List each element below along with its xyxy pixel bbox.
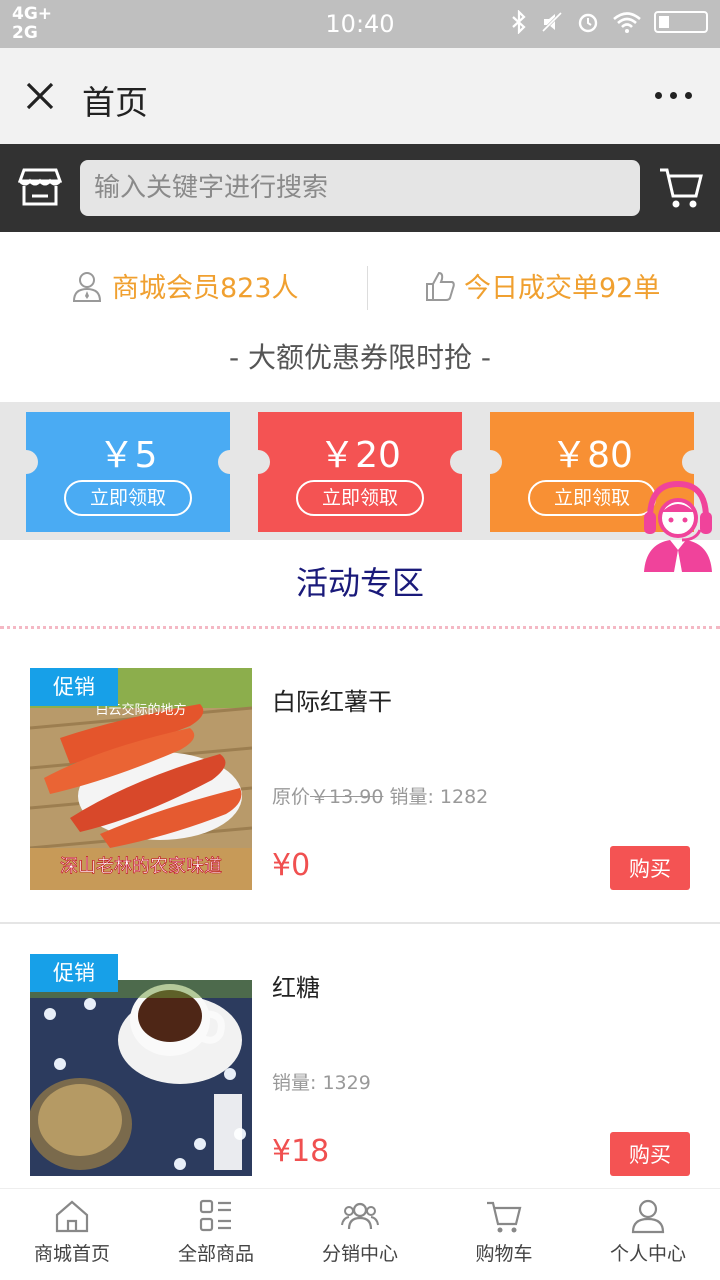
status-bar: 4G+ 2G 10:40	[0, 0, 720, 48]
close-icon[interactable]	[22, 78, 58, 114]
sales-count: 销量: 1282	[389, 786, 489, 808]
cart-icon[interactable]	[658, 164, 704, 210]
claim-button[interactable]: 立即领取	[296, 480, 424, 516]
product-item[interactable]: 白云交际的地方 深山老林的农家味道 促销 白际红薯干 原价￥13.90 销量: …	[0, 640, 720, 924]
product-meta: 销量: 1329	[272, 1068, 371, 1095]
original-price: ￥13.90	[310, 786, 384, 808]
coupon-notch	[218, 450, 242, 474]
coupon-notch	[478, 450, 502, 474]
search-input[interactable]	[80, 160, 640, 216]
coupon-notch	[246, 450, 270, 474]
buy-button[interactable]: 购买	[610, 1132, 690, 1176]
coupon-amount: ￥80	[551, 435, 633, 476]
activity-title: 活动专区	[295, 564, 424, 602]
nav-home[interactable]: 商城首页	[0, 1189, 144, 1280]
bottom-nav: 商城首页 全部商品 分销中心 购物车 个人中心	[0, 1188, 720, 1280]
orders-today: 今日成交单92单	[424, 266, 660, 305]
product-meta: 原价￥13.90 销量: 1282	[272, 786, 489, 808]
claim-button[interactable]: 立即领取	[528, 480, 656, 516]
more-icon[interactable]	[655, 92, 692, 99]
nav-label: 个人中心	[609, 1243, 686, 1265]
product-price: ¥0	[272, 848, 311, 883]
battery-icon	[654, 11, 708, 33]
dotted-divider	[0, 626, 720, 629]
coupon-amount: ￥5	[98, 435, 158, 476]
product-name[interactable]: 红糖	[272, 968, 320, 1003]
nav-distribution[interactable]: 分销中心	[288, 1189, 432, 1280]
stats-row: 商城会员823人 今日成交单92单	[0, 244, 720, 328]
grid-list-icon	[199, 1199, 231, 1232]
store-icon[interactable]	[18, 166, 62, 208]
nav-label: 分销中心	[321, 1243, 398, 1265]
status-icons	[510, 10, 708, 34]
users-icon	[341, 1202, 379, 1230]
nav-label: 商城首页	[33, 1243, 110, 1265]
coupon-notch	[450, 450, 474, 474]
search-bar	[0, 144, 720, 232]
coupon-heading: - 大额优惠券限时抢 -	[228, 341, 491, 374]
promo-badge: 促销	[30, 954, 118, 992]
sales-count: 销量: 1329	[272, 1072, 371, 1094]
coupon-card[interactable]: ￥20 立即领取	[258, 412, 462, 532]
product-image[interactable]: 促销	[30, 954, 252, 1176]
home-icon	[55, 1200, 89, 1233]
nav-all-products[interactable]: 全部商品	[144, 1189, 288, 1280]
promo-badge: 促销	[30, 668, 118, 706]
person-icon	[631, 1199, 665, 1234]
bluetooth-icon	[512, 10, 526, 34]
stats-divider	[367, 266, 368, 310]
coupon-notch	[14, 450, 38, 474]
product-item[interactable]: 促销 红糖 销量: 1329 ¥18 购买	[0, 924, 720, 1188]
mute-icon	[541, 11, 563, 33]
cart-icon	[487, 1201, 522, 1233]
product-image[interactable]: 白云交际的地方 深山老林的农家味道 促销	[30, 668, 252, 890]
coupon-amount: ￥20	[319, 435, 401, 476]
product-name[interactable]: 白际红薯干	[272, 682, 392, 717]
coupon-strip: ￥5 立即领取 ￥20 立即领取 ￥80 立即领取	[0, 402, 720, 540]
member-count: 商城会员823人	[70, 266, 299, 305]
coupon-card[interactable]: ￥5 立即领取	[26, 412, 230, 532]
alarm-icon	[578, 13, 598, 33]
member-icon	[72, 271, 102, 302]
product-price: ¥18	[272, 1134, 330, 1169]
nav-cart[interactable]: 购物车	[432, 1189, 576, 1280]
claim-button[interactable]: 立即领取	[64, 480, 192, 516]
title-bar: 首页	[0, 48, 720, 144]
thumbs-up-icon	[426, 271, 455, 301]
buy-button[interactable]: 购买	[610, 846, 690, 890]
wifi-icon	[613, 12, 641, 33]
nav-label: 全部商品	[177, 1243, 254, 1265]
nav-profile[interactable]: 个人中心	[576, 1189, 720, 1280]
page-title: 首页	[82, 83, 148, 122]
image-caption-bottom: 深山老林的农家味道	[60, 856, 222, 877]
coupon-notch	[682, 450, 706, 474]
nav-label: 购物车	[475, 1243, 533, 1265]
